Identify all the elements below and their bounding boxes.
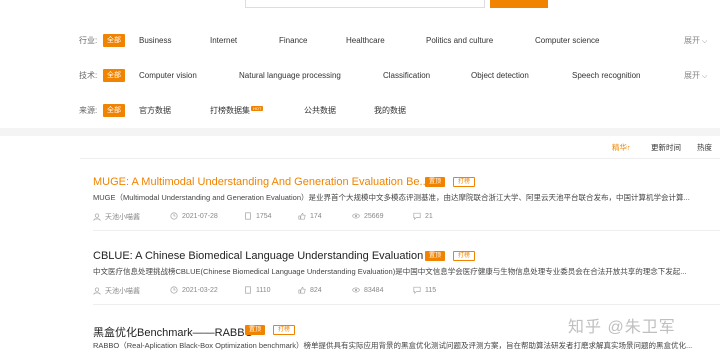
dataset-description: 中文医疗信息处理挑战榜CBLUE(Chinese Biomedical Lang…	[93, 267, 687, 276]
stat-value: 83484	[364, 286, 384, 294]
dataset-meta: 天池小喵酱 2021-03-22 1110 824 83484 115	[93, 286, 713, 296]
stat-value: 1754	[256, 212, 272, 220]
stat-views: 25669	[352, 212, 383, 220]
pinned-tag: 置顶	[425, 251, 446, 261]
filter-row-technology: 技术: 全部 Computer vision Natural language …	[0, 64, 720, 86]
filter-option-object-detection[interactable]: Object detection	[471, 71, 529, 80]
stat-downloads: 1754	[244, 212, 272, 220]
dataset-title[interactable]: MUGE: A Multimodal Understanding And Gen…	[93, 176, 429, 188]
author: 天池小喵酱	[93, 212, 140, 222]
stat-likes: 824	[298, 286, 322, 294]
dataset-item[interactable]: MUGE: A Multimodal Understanding And Gen…	[80, 176, 720, 232]
stat-value: 1110	[256, 286, 271, 294]
user-icon	[93, 213, 101, 221]
author-name: 天池小喵酱	[105, 288, 140, 295]
pinned-tag: 置顶	[425, 177, 446, 187]
filter-all-industry[interactable]: 全部	[103, 33, 125, 47]
divider	[93, 304, 720, 305]
divider	[80, 158, 720, 159]
filter-option-public[interactable]: 公共数据	[304, 105, 336, 116]
author-name: 天池小喵酱	[105, 214, 140, 221]
filter-option-official[interactable]: 官方数据	[139, 105, 171, 116]
sort-bar: 精华↑ 更新时间 热度	[0, 136, 720, 158]
filter-option-internet[interactable]: Internet	[210, 36, 237, 45]
author: 天池小喵酱	[93, 286, 140, 296]
filter-option-mine[interactable]: 我的数据	[374, 105, 406, 116]
top-search-area	[0, 0, 720, 18]
hot-badge: HOT	[251, 105, 264, 111]
date-text: 2021-03-22	[182, 286, 218, 294]
expand-label: 展开	[684, 70, 700, 80]
filter-option-finance[interactable]: Finance	[279, 36, 307, 45]
filter-label-technology: 技术:	[79, 70, 98, 80]
dataset-description: MUGE（Multimodal Understanding and Genera…	[93, 193, 690, 202]
stat-value: 25669	[364, 212, 384, 220]
expand-technology-button[interactable]: 展开 ⌵	[684, 70, 707, 81]
pinned-tag: 置顶	[245, 325, 266, 335]
stat-downloads: 1110	[244, 286, 271, 294]
clock-icon	[170, 212, 178, 220]
filter-option-speech-recognition[interactable]: Speech recognition	[572, 71, 641, 80]
filter-row-industry: 行业: 全部 Business Internet Finance Healthc…	[0, 29, 720, 51]
thumb-up-icon	[298, 286, 306, 294]
chevron-down-icon: ⌵	[702, 72, 708, 80]
sort-featured[interactable]: 精华↑	[612, 142, 631, 153]
date: 2021-03-22	[170, 286, 218, 294]
leaderboard-tag: 打榜	[453, 177, 476, 187]
file-icon	[245, 286, 251, 294]
stat-value: 824	[310, 286, 322, 294]
dataset-title[interactable]: 黑盒优化Benchmark——RABBO	[93, 324, 253, 340]
search-button[interactable]	[490, 0, 548, 8]
filter-option-leaderboard[interactable]: 打榜数据集 HOT	[210, 105, 264, 116]
filter-label-source: 来源:	[79, 105, 98, 115]
stat-comments: 115	[413, 286, 436, 294]
stat-comments: 21	[413, 212, 433, 220]
filter-option-classification[interactable]: Classification	[383, 71, 430, 80]
file-icon	[245, 212, 251, 220]
stat-value: 174	[310, 212, 322, 220]
filter-all-technology[interactable]: 全部	[103, 68, 125, 82]
date: 2021-07-28	[170, 212, 218, 220]
stat-value: 115	[425, 286, 437, 294]
eye-icon	[352, 213, 360, 219]
leaderboard-tag: 打榜	[453, 251, 476, 261]
filter-option-computer-science[interactable]: Computer science	[535, 36, 599, 45]
user-icon	[93, 287, 101, 295]
clock-icon	[170, 286, 178, 294]
dataset-description: RABBO（Real-Aplication Black-Box Optimiza…	[93, 341, 693, 350]
comment-icon	[413, 212, 421, 220]
date-text: 2021-07-28	[182, 212, 218, 220]
filter-option-healthcare[interactable]: Healthcare	[346, 36, 385, 45]
filter-option-politics[interactable]: Politics and culture	[426, 36, 493, 45]
filter-row-source: 来源: 全部 官方数据 打榜数据集 HOT 公共数据 我的数据	[0, 99, 720, 121]
filter-option-computer-vision[interactable]: Computer vision	[139, 71, 197, 80]
eye-icon	[352, 287, 360, 293]
filter-all-source[interactable]: 全部	[103, 103, 125, 117]
watermark: 知乎 @朱卫军	[568, 319, 676, 336]
dataset-title[interactable]: CBLUE: A Chinese Biomedical Language Und…	[93, 250, 435, 262]
stat-value: 21	[425, 212, 433, 220]
leaderboard-tag: 打榜	[273, 325, 296, 335]
comment-icon	[413, 286, 421, 294]
filter-option-business[interactable]: Business	[139, 36, 171, 45]
expand-label: 展开	[684, 35, 700, 45]
section-separator	[0, 128, 720, 136]
dataset-item[interactable]: CBLUE: A Chinese Biomedical Language Und…	[80, 250, 720, 306]
sort-updated[interactable]: 更新时间	[651, 142, 681, 153]
sort-popularity[interactable]: 热度	[697, 142, 712, 153]
expand-industry-button[interactable]: 展开 ⌵	[684, 35, 707, 46]
search-input[interactable]	[245, 0, 485, 8]
chevron-down-icon: ⌵	[702, 37, 708, 45]
divider	[93, 230, 720, 231]
dataset-meta: 天池小喵酱 2021-07-28 1754 174 25669 21	[93, 212, 713, 222]
stat-views: 83484	[352, 286, 383, 294]
filter-option-nlp[interactable]: Natural language processing	[239, 71, 341, 80]
leaderboard-label: 打榜数据集	[210, 105, 250, 115]
stat-likes: 174	[298, 212, 322, 220]
filter-label-industry: 行业:	[79, 35, 98, 45]
thumb-up-icon	[298, 212, 306, 220]
filter-panel: 行业: 全部 Business Internet Finance Healthc…	[0, 26, 720, 128]
